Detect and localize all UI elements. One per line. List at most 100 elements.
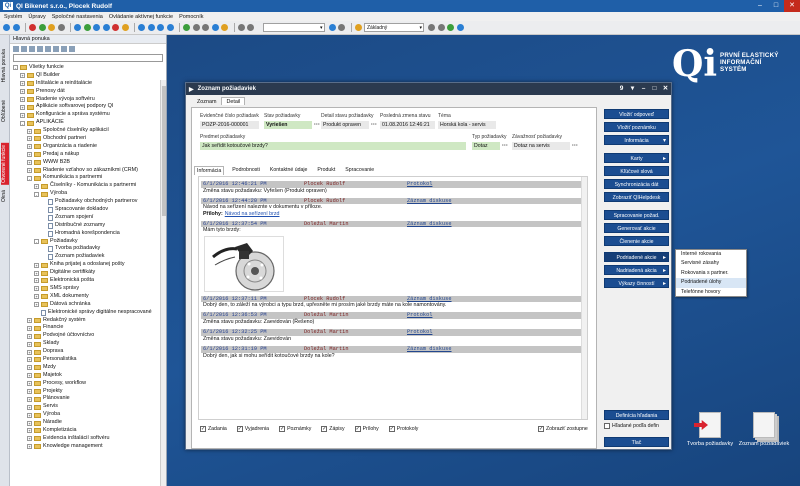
- popup-menu-item[interactable]: Servisné zásahy: [676, 259, 746, 268]
- action-button[interactable]: Nadriadená akcia: [604, 265, 669, 276]
- minimize-button[interactable]: –: [752, 0, 768, 12]
- nav-tree-item[interactable]: + Financie: [10, 324, 166, 332]
- filter-checkbox[interactable]: ✓ Prílohy: [354, 426, 379, 432]
- action-button[interactable]: Informácia: [604, 135, 669, 146]
- nav-tree-item[interactable]: + Mzdy: [10, 364, 166, 372]
- type-field[interactable]: Dotaz: [472, 142, 500, 150]
- nav-tree-item[interactable]: + QI Builder: [10, 72, 166, 80]
- home-icon[interactable]: [74, 24, 81, 31]
- action-button[interactable]: Definícia hľadania: [604, 410, 669, 420]
- open-icon[interactable]: [93, 24, 100, 31]
- nav-tree-item[interactable]: + WWW B2B: [10, 159, 166, 167]
- nav-tree-item[interactable]: - Všetky funkcie: [10, 64, 166, 72]
- expand-toggle-icon[interactable]: +: [34, 183, 39, 189]
- maximize-button[interactable]: □: [768, 0, 784, 12]
- checkbox-box[interactable]: ✓: [354, 426, 361, 432]
- expand-toggle-icon[interactable]: +: [27, 160, 32, 166]
- next-icon[interactable]: [69, 45, 75, 52]
- toolbar-combo[interactable]: [262, 23, 325, 32]
- popup-menu-item[interactable]: Interné rokovania: [676, 250, 746, 259]
- subtab-product[interactable]: Produkt: [315, 166, 337, 175]
- expand-toggle-icon[interactable]: +: [20, 112, 25, 118]
- dock-tab-open-functions[interactable]: Otvorené funkcie: [1, 143, 9, 185]
- expand-toggle-icon[interactable]: +: [34, 270, 39, 276]
- dock-tab-main-menu[interactable]: Hlavná ponuka: [1, 49, 7, 82]
- action-button[interactable]: Zobraziť QIHelpdesk: [604, 192, 669, 202]
- nav-tree-item[interactable]: + Číselníky - Komunikácia s partnermi: [10, 182, 166, 190]
- tab-list[interactable]: Zoznam: [192, 97, 221, 105]
- feed-scrollbar[interactable]: [581, 177, 587, 419]
- nav-tree-item[interactable]: + Spoločné číselníky aplikácií: [10, 127, 166, 135]
- menu-upravy[interactable]: Úpravy: [28, 14, 45, 20]
- layout-select[interactable]: Základný: [364, 23, 424, 32]
- attachment-link[interactable]: Návod na seřízení brzd: [225, 211, 280, 217]
- expand-toggle-icon[interactable]: +: [27, 341, 32, 347]
- status-detail-field[interactable]: Produkt opraven: [321, 121, 369, 129]
- action-button[interactable]: Synchronizácia dát: [604, 179, 669, 189]
- expand-toggle-icon[interactable]: -: [20, 120, 25, 126]
- expand-toggle-icon[interactable]: +: [27, 168, 32, 174]
- message-link[interactable]: Protokol: [407, 329, 432, 336]
- expand-toggle-icon[interactable]: -: [34, 191, 39, 197]
- first-icon[interactable]: [138, 24, 145, 31]
- window-minimize-button[interactable]: –: [638, 83, 649, 95]
- expand-toggle-icon[interactable]: +: [27, 128, 32, 134]
- action-button[interactable]: Spracovanie požad.: [604, 210, 669, 220]
- word-icon[interactable]: [456, 24, 464, 31]
- nav-tree-item[interactable]: + Výroba: [10, 411, 166, 419]
- nav-tree-item[interactable]: + Riadenie vývoja softvéru: [10, 96, 166, 104]
- nav-tree-item[interactable]: Hromadná korešpondencia: [10, 230, 166, 238]
- expand-toggle-icon[interactable]: +: [34, 302, 39, 308]
- nav-tree-item[interactable]: Zoznam spojení: [10, 214, 166, 222]
- nav-tree-item[interactable]: + Inštalácie a reinštalácie: [10, 80, 166, 88]
- sort-icon[interactable]: [202, 24, 209, 31]
- severity-lookup-button[interactable]: ···: [572, 143, 578, 149]
- nav-search-input[interactable]: [13, 54, 163, 62]
- expand-toggle-icon[interactable]: +: [34, 286, 39, 292]
- checkbox-box[interactable]: ✓: [200, 426, 206, 432]
- message-link[interactable]: Záznam diskuse: [407, 198, 452, 205]
- expand-toggle-icon[interactable]: +: [27, 317, 32, 323]
- nav-tree-item[interactable]: + Plánovanie: [10, 395, 166, 403]
- expand-toggle-icon[interactable]: +: [27, 396, 32, 402]
- number-field[interactable]: POZP-2016-000001: [200, 121, 259, 129]
- expand-toggle-icon[interactable]: +: [34, 278, 39, 284]
- expand-toggle-icon[interactable]: +: [20, 81, 25, 87]
- nav-tree-item[interactable]: + Obchodní partneri: [10, 135, 166, 143]
- message-link[interactable]: Záznam diskuse: [407, 221, 452, 228]
- nav-tree-item[interactable]: + Knowledge management: [10, 443, 166, 451]
- filter-checkbox[interactable]: ✓ Protokoly: [388, 426, 418, 432]
- menu-help[interactable]: Pomocník: [179, 14, 203, 20]
- nav-tree-item[interactable]: - Požiadavky: [10, 238, 166, 246]
- message-link[interactable]: Protokol: [407, 181, 432, 188]
- expand-toggle-icon[interactable]: +: [27, 325, 32, 331]
- expand-toggle-icon[interactable]: +: [20, 89, 25, 95]
- export-icon[interactable]: [211, 24, 219, 31]
- subtab-contacts[interactable]: Kontaktné údaje: [268, 166, 310, 175]
- nav-tree-item[interactable]: + Servis: [10, 403, 166, 411]
- menu-settings[interactable]: Spoločné nastavenia: [52, 14, 103, 20]
- nav-tree-item[interactable]: + Prenosy dát: [10, 88, 166, 96]
- tools-icon[interactable]: [237, 24, 245, 31]
- nav-tree-item[interactable]: + Evidencia inštalácií softvéru: [10, 435, 166, 443]
- action-button[interactable]: Kľúčové slová: [604, 166, 669, 176]
- dock-tab-favorites[interactable]: Obľúbené: [1, 100, 7, 122]
- nav-tree-item[interactable]: Zoznam požiadaviek: [10, 253, 166, 261]
- expand-toggle-icon[interactable]: +: [27, 365, 32, 371]
- next-icon[interactable]: [157, 24, 164, 31]
- expand-toggle-icon[interactable]: +: [27, 436, 32, 442]
- nav-tree-item[interactable]: + Organizácia a riadenie: [10, 143, 166, 151]
- action-button[interactable]: Členenie akcie: [604, 236, 669, 246]
- close-button[interactable]: ✕: [784, 0, 800, 12]
- excel-icon[interactable]: [447, 24, 454, 31]
- up-icon[interactable]: [37, 45, 43, 52]
- nav-tree-item[interactable]: + Doprava: [10, 348, 166, 356]
- checkbox-box[interactable]: ✓: [321, 426, 328, 432]
- nav-tree-item[interactable]: - APLIKÁCIE: [10, 119, 166, 127]
- expand-toggle-icon[interactable]: +: [27, 333, 32, 339]
- nav-tree-item[interactable]: Požiadavky obchodných partnerov: [10, 198, 166, 206]
- expand-toggle-icon[interactable]: -: [34, 239, 39, 245]
- filter-checkbox[interactable]: ✓ Vyjadrenia: [236, 426, 269, 432]
- nav-tree-item[interactable]: + Aplikácie softvarovej podpory QI: [10, 103, 166, 111]
- nav-tree-item[interactable]: Elektronické správy digitálne nespracova…: [10, 309, 166, 317]
